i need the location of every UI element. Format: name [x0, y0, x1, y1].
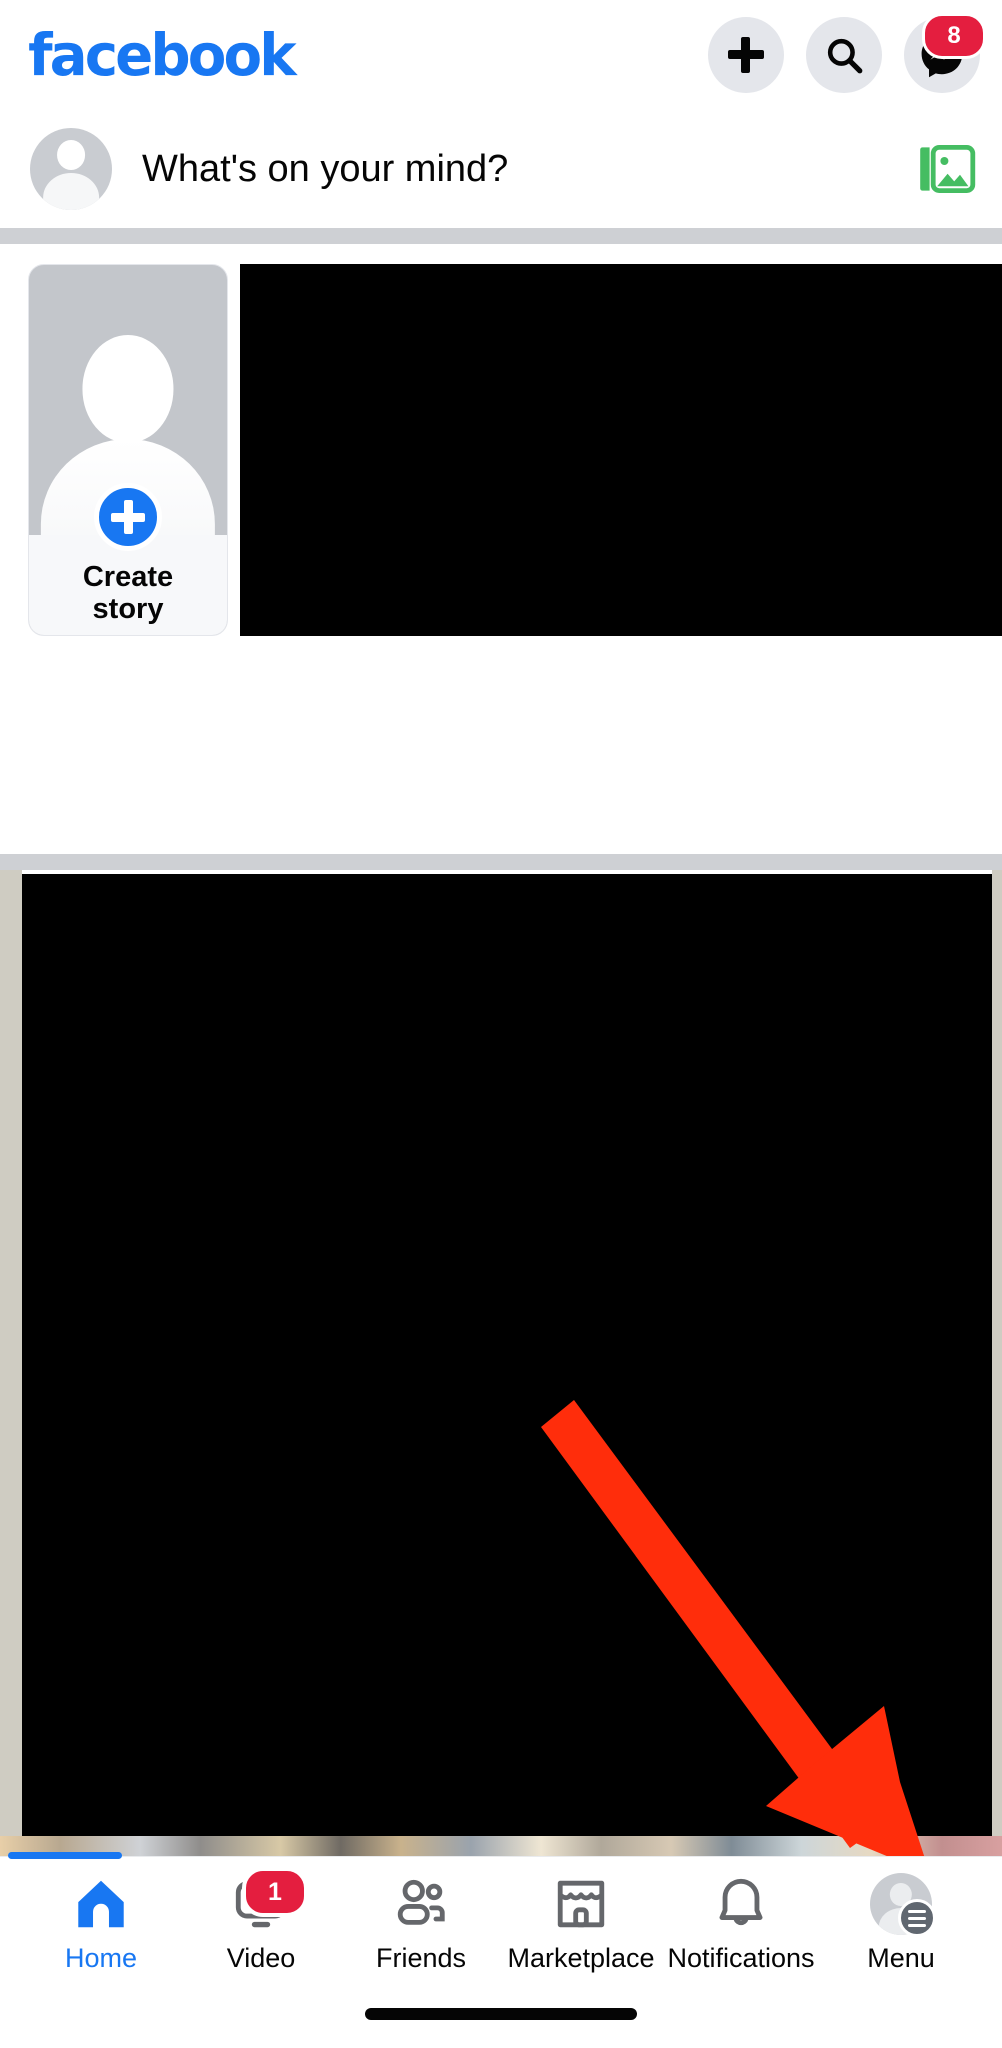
stories-tray[interactable]: Create story — [0, 244, 1002, 664]
messenger-button[interactable]: 8 — [904, 13, 986, 93]
bottom-navigation: Home 1 Video Friends Marketplace Notific… — [0, 1852, 1002, 2048]
composer-row[interactable]: What's on your mind? — [0, 110, 1002, 228]
avatar-head — [57, 140, 85, 170]
post-image-strip — [0, 1836, 1002, 1858]
tab-video[interactable]: 1 Video — [186, 1867, 336, 1974]
facebook-mobile-screen: facebook 8 What's on your mind? Create s… — [0, 0, 1002, 2048]
create-story-line1: Create — [82, 561, 174, 594]
tab-video-label: Video — [226, 1943, 296, 1973]
tab-notifications[interactable]: Notifications — [666, 1873, 816, 1974]
tab-menu-label: Menu — [867, 1943, 935, 1973]
video-badge: 1 — [242, 1867, 308, 1917]
story-avatar-head — [82, 335, 174, 443]
app-header: facebook 8 — [0, 0, 1002, 110]
plus-icon — [728, 37, 764, 73]
composer-placeholder[interactable]: What's on your mind? — [142, 148, 508, 191]
active-tab-indicator — [8, 1852, 122, 1859]
create-button[interactable] — [708, 17, 784, 93]
avatar-body — [43, 173, 99, 210]
tab-home[interactable]: Home — [26, 1873, 176, 1974]
avatar[interactable] — [30, 128, 112, 210]
friends-icon — [392, 1873, 450, 1935]
home-indicator — [365, 2008, 637, 2020]
post-background-right — [992, 870, 1002, 1858]
marketplace-icon — [552, 1873, 610, 1935]
tab-marketplace-label: Marketplace — [507, 1943, 655, 1973]
search-icon — [827, 38, 863, 74]
feed-post[interactable] — [0, 870, 1002, 1858]
header-actions: 8 — [708, 13, 986, 93]
tab-home-label: Home — [64, 1943, 138, 1973]
section-divider-composer — [0, 228, 1002, 244]
create-story-line2: story — [92, 592, 164, 625]
story-card-redacted[interactable] — [240, 264, 1002, 636]
tab-friends[interactable]: Friends — [346, 1873, 496, 1974]
create-story-card[interactable]: Create story — [28, 264, 228, 636]
tab-menu[interactable]: Menu — [826, 1873, 976, 1974]
section-divider-feed — [0, 854, 1002, 870]
hamburger-icon — [898, 1899, 936, 1937]
home-icon — [72, 1873, 130, 1935]
tab-friends-label: Friends — [375, 1943, 467, 1973]
plus-circle-icon[interactable] — [94, 483, 162, 551]
feed-post-redacted[interactable] — [22, 874, 992, 1836]
messenger-badge: 8 — [922, 13, 986, 59]
post-background-left — [0, 870, 22, 1858]
tab-marketplace[interactable]: Marketplace — [506, 1873, 656, 1974]
create-story-label: Create story — [29, 562, 227, 625]
bell-icon — [712, 1873, 770, 1935]
tab-notifications-label: Notifications — [667, 1943, 815, 1973]
nav-items: Home 1 Video Friends Marketplace Notific… — [0, 1857, 1002, 1977]
search-button[interactable] — [806, 17, 882, 93]
photo-gallery-icon[interactable] — [916, 141, 978, 197]
menu-avatar-icon — [870, 1873, 936, 1937]
facebook-logo: facebook — [28, 21, 297, 89]
